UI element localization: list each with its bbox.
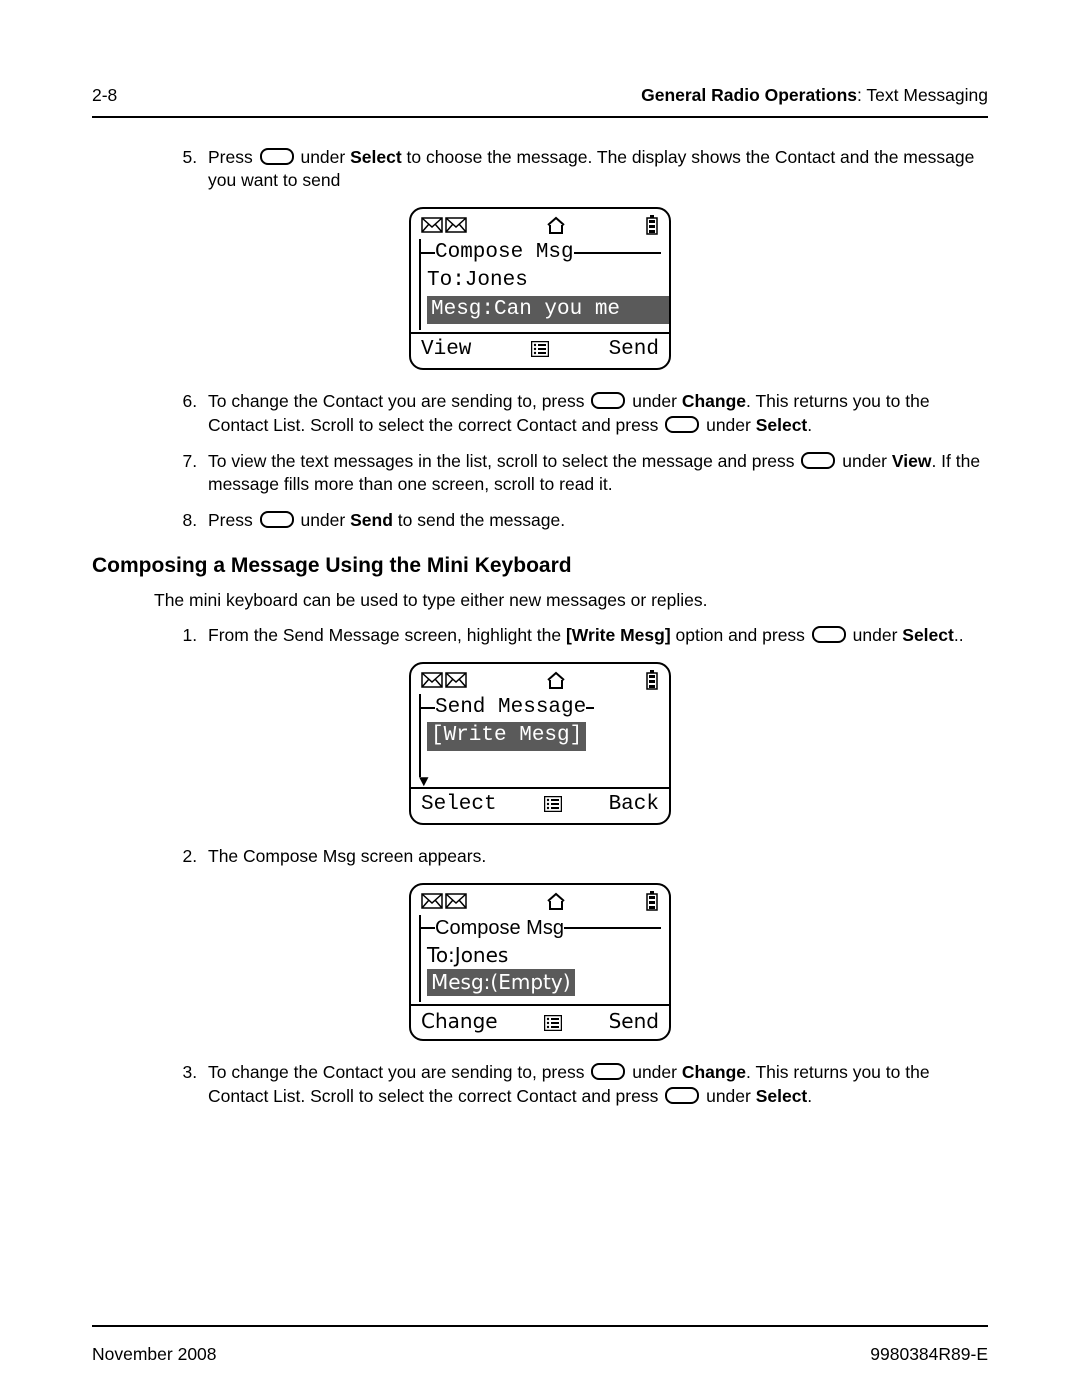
battery-icon [645, 670, 659, 690]
softkey-right: Send [609, 336, 659, 364]
softkey-left: Select [421, 791, 497, 819]
softkey-icon [260, 148, 294, 165]
to-line: To:Jones [427, 267, 661, 295]
menu-icon [544, 1015, 562, 1031]
mesg-line: Mesg:Can you me [427, 296, 669, 324]
footer-rule [92, 1325, 988, 1327]
envelope-icon [421, 893, 443, 909]
menu-icon [544, 796, 562, 812]
softkey-icon [665, 416, 699, 433]
envelope-icon [445, 672, 467, 688]
to-line: To:Jones [427, 942, 661, 969]
softkey-right: Back [609, 791, 659, 819]
home-icon [546, 216, 566, 234]
screen-title: Compose Msg [435, 239, 574, 267]
step-b2: The Compose Msg screen appears. [202, 845, 988, 869]
mesg-line: Mesg:(Empty) [427, 969, 575, 996]
envelope-icon [421, 672, 443, 688]
home-icon [546, 671, 566, 689]
home-icon [546, 892, 566, 910]
radio-screen-compose: Compose Msg To:Jones Mesg:Can you me Vie… [409, 207, 671, 370]
down-arrow-icon: ▼ [419, 777, 429, 787]
softkey-right: Send [609, 1008, 659, 1035]
step-b1: From the Send Message screen, highlight … [202, 624, 988, 648]
page-number: 2-8 [92, 84, 117, 108]
envelope-icon [421, 217, 443, 233]
battery-icon [645, 891, 659, 911]
softkey-icon [260, 511, 294, 528]
footer-date: November 2008 [92, 1343, 217, 1367]
softkey-icon [591, 392, 625, 409]
screen-title: Send Message [435, 694, 586, 722]
screen-title: Compose Msg [435, 915, 564, 942]
step-5: Press under Select to choose the message… [202, 146, 988, 193]
footer-docno: 9980384R89-E [870, 1343, 988, 1367]
section-heading: Composing a Message Using the Mini Keybo… [92, 552, 988, 580]
softkey-icon [591, 1063, 625, 1080]
softkey-icon [665, 1087, 699, 1104]
header-rule [92, 116, 988, 118]
radio-screen-send: ▼ Send Message [Write Mesg] Select Back [409, 662, 671, 825]
step-7: To view the text messages in the list, s… [202, 450, 988, 497]
softkey-icon [812, 626, 846, 643]
envelope-icon [445, 893, 467, 909]
write-mesg-line: [Write Mesg] [427, 722, 586, 750]
step-6: To change the Contact you are sending to… [202, 390, 988, 437]
envelope-icon [445, 217, 467, 233]
menu-icon [531, 341, 549, 357]
step-b3: To change the Contact you are sending to… [202, 1061, 988, 1108]
intro-text: The mini keyboard can be used to type ei… [154, 589, 988, 613]
battery-icon [645, 215, 659, 235]
softkey-left: View [421, 336, 471, 364]
step-8: Press under Send to send the message. [202, 509, 988, 533]
softkey-icon [801, 452, 835, 469]
header-section: General Radio Operations: Text Messaging [641, 84, 988, 108]
softkey-left: Change [421, 1008, 498, 1035]
radio-screen-compose2: Compose Msg To:Jones Mesg:(Empty) Change… [409, 883, 671, 1041]
